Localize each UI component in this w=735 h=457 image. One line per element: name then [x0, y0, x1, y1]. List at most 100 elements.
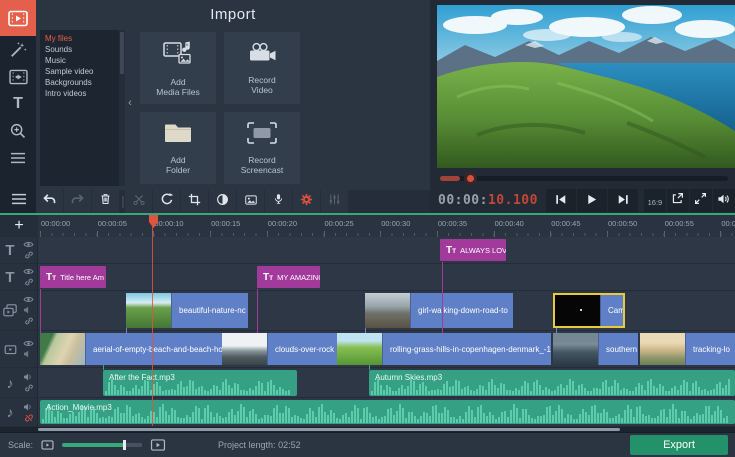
link-icon[interactable]: [24, 383, 34, 393]
export-button[interactable]: Export: [630, 435, 728, 455]
clip[interactable]: rolling-grass-hills-in-copenhagen-denmar…: [337, 333, 551, 365]
scale-slider-handle[interactable]: [123, 440, 127, 450]
eye-icon[interactable]: [23, 240, 34, 249]
sidebar-item-pan-zoom[interactable]: [0, 117, 36, 144]
clip-label: Camera.m: [608, 306, 625, 315]
record-voice-button[interactable]: [265, 190, 292, 213]
rotate-button[interactable]: [153, 190, 180, 213]
undo-button[interactable]: [36, 190, 63, 213]
volume-button[interactable]: [712, 189, 735, 212]
sidebar-item-titles[interactable]: T: [0, 90, 36, 117]
main-video-track-controls: [20, 339, 37, 359]
category-sample-video[interactable]: Sample video: [45, 66, 119, 77]
clip[interactable]: Camera.m: [553, 293, 625, 328]
timecode-display: 00:00:10.100: [438, 193, 538, 208]
clip[interactable]: beautiful-nature-nc: [126, 293, 248, 328]
timeline-menu-button[interactable]: [0, 190, 38, 213]
title-type-icon: T: [5, 241, 15, 259]
sidebar-item-more-tools[interactable]: [0, 144, 36, 171]
clip[interactable]: southern: [553, 333, 638, 365]
preview-pane: 00:00:10.100 16:9: [430, 0, 735, 213]
timeline-scroll-thumb[interactable]: [38, 428, 620, 431]
timeline-ruler[interactable]: 00:00:00 00:00:05 00:00:10 00:00:15 00:00:20…: [38, 215, 735, 237]
record-video-button[interactable]: Record Video: [224, 32, 300, 104]
play-icon: [586, 192, 597, 210]
delete-button[interactable]: [92, 190, 119, 213]
fullscreen-button[interactable]: [689, 189, 712, 212]
clip[interactable]: Action_Movie.mp3: [40, 400, 735, 424]
color-adjustments-button[interactable]: [209, 190, 236, 213]
clip[interactable]: Autumn Skies.mp3: [369, 369, 735, 396]
aspect-icon: 16:9: [647, 197, 663, 207]
link-line: [126, 328, 127, 333]
eye-icon[interactable]: [23, 339, 34, 348]
audio-levels-button[interactable]: [321, 190, 348, 213]
speaker-off-icon[interactable]: [23, 305, 34, 315]
category-my-files[interactable]: My files: [45, 33, 119, 44]
list-scroll-thumb[interactable]: [120, 32, 124, 74]
speaker-on-icon[interactable]: [23, 402, 34, 412]
preview-video-frame[interactable]: [437, 5, 735, 168]
next-frame-button[interactable]: [607, 189, 638, 212]
add-folder-button[interactable]: Add Folder: [140, 112, 216, 184]
unpin-player-button[interactable]: [666, 189, 689, 212]
preview-scene: [437, 5, 735, 168]
link-line: [442, 262, 443, 333]
category-intro-videos[interactable]: Intro videos: [45, 88, 119, 99]
clip[interactable]: TT Title here Am: [40, 266, 106, 288]
link-line: [103, 365, 104, 370]
link-icon[interactable]: [24, 316, 34, 326]
eye-icon[interactable]: [23, 267, 34, 276]
eye-icon[interactable]: [23, 295, 34, 304]
scale-slider[interactable]: [62, 440, 143, 450]
link-icon[interactable]: [24, 277, 34, 287]
ruler-label: 00:00:55: [664, 219, 694, 228]
title-clip-icon: TT: [446, 244, 457, 256]
speaker-off-icon[interactable]: [23, 349, 34, 359]
sidebar-item-transitions[interactable]: [0, 63, 36, 90]
zoom-out-clip-icon[interactable]: [41, 440, 54, 450]
redo-button[interactable]: [64, 190, 91, 213]
seek-handle[interactable]: [464, 172, 477, 185]
link-line: [369, 365, 370, 370]
add-media-files-button[interactable]: Add Media Files: [140, 32, 216, 104]
timeline-top-accent: [0, 213, 735, 215]
clip[interactable]: After the Fact.mp3: [103, 369, 297, 396]
insert-image-button[interactable]: [237, 190, 264, 213]
clip-properties-button[interactable]: [293, 190, 320, 213]
clip-thumbnail: [337, 333, 383, 365]
clip[interactable]: girl-walking-down-road-to: [365, 293, 513, 328]
clip[interactable]: TT MY AMAZING: [257, 266, 320, 288]
play-button[interactable]: [576, 189, 607, 212]
zoom-in-clip-icon[interactable]: [150, 439, 166, 451]
record-video-label: Record Video: [248, 74, 276, 95]
add-track-button[interactable]: +: [0, 215, 38, 237]
clip[interactable]: clouds-over-rock: [222, 333, 337, 365]
clip-label: Title here Am: [60, 272, 104, 282]
import-actions: Add Media Files Record Video Add Folder Record…: [140, 32, 308, 186]
clip-label: ALWAYS LOVE: [460, 245, 506, 255]
aspect-ratio-button[interactable]: 16:9: [643, 189, 666, 212]
playhead[interactable]: [148, 215, 158, 427]
split-button[interactable]: [125, 190, 152, 213]
titles-icon: T: [13, 94, 23, 112]
category-music[interactable]: Music: [45, 55, 119, 66]
collapse-panel-button[interactable]: ‹: [125, 92, 135, 114]
rotate-icon: [160, 192, 174, 211]
previous-frame-button[interactable]: [545, 189, 576, 212]
category-backgrounds[interactable]: Backgrounds: [45, 77, 119, 88]
audio-track-1-header: ♪: [0, 368, 38, 397]
clip[interactable]: tracking-lo: [640, 333, 735, 365]
menu-icon: [10, 192, 28, 211]
sidebar-item-import[interactable]: [0, 0, 36, 36]
clip[interactable]: aerial-of-empty-beach-and-beach-ho: [40, 333, 222, 365]
clip[interactable]: TTALWAYS LOVE: [440, 239, 506, 261]
record-screencast-button[interactable]: Record Screencast: [224, 112, 300, 184]
link-icon[interactable]: [24, 250, 34, 260]
category-sounds[interactable]: Sounds: [45, 44, 119, 55]
crop-button[interactable]: [181, 190, 208, 213]
seek-bar[interactable]: [440, 172, 728, 185]
sidebar-item-filters[interactable]: [0, 36, 36, 63]
speaker-on-icon[interactable]: [23, 372, 34, 382]
link-broken-icon[interactable]: [24, 413, 34, 423]
